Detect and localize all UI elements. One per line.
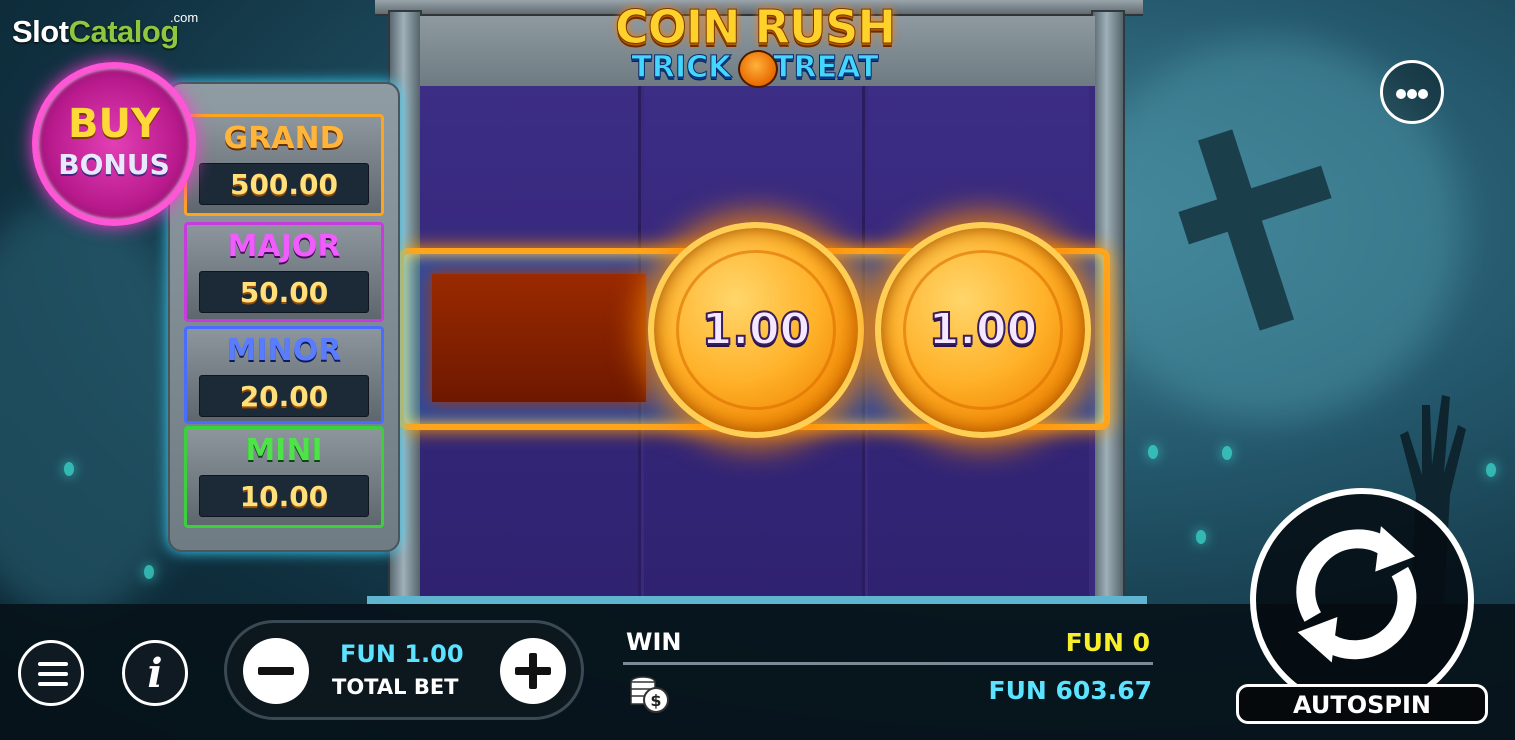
buy-bonus-sublabel: BONUS	[58, 148, 170, 181]
win-divider	[623, 662, 1153, 665]
jackpot-name: GRAND	[223, 121, 345, 156]
spin-button[interactable]	[1250, 488, 1474, 712]
increase-bet-button[interactable]	[500, 638, 566, 704]
blank-symbol	[432, 274, 646, 402]
menu-button[interactable]	[18, 640, 84, 706]
jackpot-name: MINOR	[226, 333, 342, 368]
jackpot-name: MINI	[245, 433, 323, 468]
spin-arrows-icon	[1296, 526, 1417, 663]
pumpkin-coin-symbol: 1.00	[875, 222, 1091, 438]
jackpot-value: 20.00	[239, 380, 329, 413]
win-label: WIN	[626, 628, 682, 656]
autospin-label: AUTOSPIN	[1293, 691, 1431, 719]
coin-value: 1.00	[701, 303, 812, 356]
minus-icon	[258, 667, 294, 675]
jackpot-name: MAJOR	[227, 229, 341, 264]
autospin-button[interactable]: AUTOSPIN	[1236, 684, 1488, 724]
balance-amount: FUN 603.67	[988, 676, 1152, 705]
game-title-line1: COIN RUSH	[615, 0, 897, 54]
jackpot-minor: MINOR 20.00	[184, 326, 384, 424]
buy-bonus-button[interactable]: BUY BONUS	[32, 62, 196, 226]
slotcatalog-domain: .com	[170, 10, 199, 25]
pumpkin-logo-icon	[738, 50, 778, 88]
more-dots-icon	[1396, 89, 1406, 99]
jackpot-mini: MINI 10.00	[184, 426, 384, 528]
buy-bonus-label: BUY	[68, 101, 160, 147]
total-bet-label: TOTAL BET	[332, 675, 459, 699]
jackpot-value: 50.00	[239, 276, 329, 309]
total-bet-value: FUN 1.00	[340, 640, 464, 668]
decrease-bet-button[interactable]	[243, 638, 309, 704]
win-amount: FUN 0	[1065, 628, 1150, 657]
svg-text:$: $	[650, 691, 661, 710]
info-button[interactable]: i	[122, 640, 188, 706]
info-icon: i	[147, 650, 163, 697]
jackpot-value: 10.00	[239, 480, 329, 513]
coin-stack-icon: $	[630, 676, 669, 713]
slotcatalog-logo: SlotCatalog	[12, 14, 179, 49]
frame-bottom	[367, 596, 1147, 604]
jackpot-grand: GRAND 500.00	[184, 114, 384, 216]
hamburger-icon	[38, 662, 68, 666]
pumpkin-coin-symbol: 1.00	[648, 222, 864, 438]
coin-value: 1.00	[928, 303, 1039, 356]
more-options-button[interactable]	[1380, 60, 1444, 124]
jackpot-value: 500.00	[229, 168, 339, 201]
jackpot-major: MAJOR 50.00	[184, 222, 384, 322]
